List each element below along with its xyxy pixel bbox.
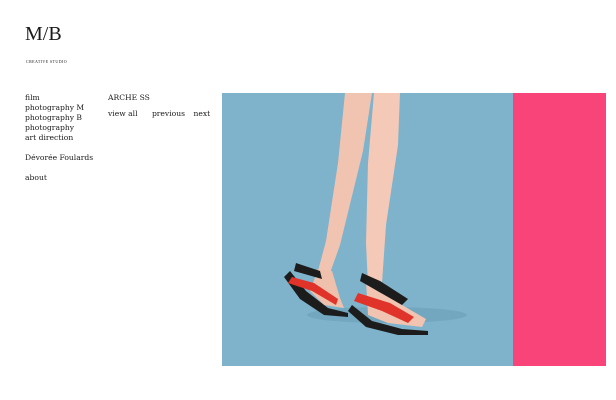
project-title: ARCHE SS (108, 93, 150, 102)
logo-tagline: CREATIVE STUDIO (26, 59, 67, 64)
previous-link[interactable]: previous (152, 109, 185, 118)
nav-item-photography-m[interactable]: photography M (25, 103, 93, 113)
nav-item-client[interactable]: Dévorée Foulards (25, 153, 93, 163)
nav-item-film[interactable]: film (25, 93, 93, 103)
front-leg (366, 93, 400, 285)
nav-item-about[interactable]: about (25, 173, 93, 183)
project-photo[interactable] (222, 93, 606, 366)
nav-item-photography-b[interactable]: photography B (25, 113, 93, 123)
nav-item-art-direction[interactable]: art direction (25, 133, 93, 143)
logo[interactable]: M/B CREATIVE STUDIO (25, 22, 85, 70)
next-link[interactable]: next (193, 109, 210, 118)
sandals-illustration (284, 93, 467, 335)
view-all-link[interactable]: view all (108, 109, 138, 118)
back-leg (318, 93, 372, 273)
page: M/B CREATIVE STUDIO film photography M p… (0, 0, 616, 400)
back-sandal-strap-top (294, 263, 322, 279)
main-navigation: film photography M photography B photogr… (25, 93, 93, 183)
project-info: ARCHE SS view all previous next (108, 93, 210, 119)
nav-item-photography[interactable]: photography (25, 123, 93, 133)
logo-mark: M/B (25, 23, 62, 45)
gallery-controls: view all previous next (108, 109, 210, 119)
